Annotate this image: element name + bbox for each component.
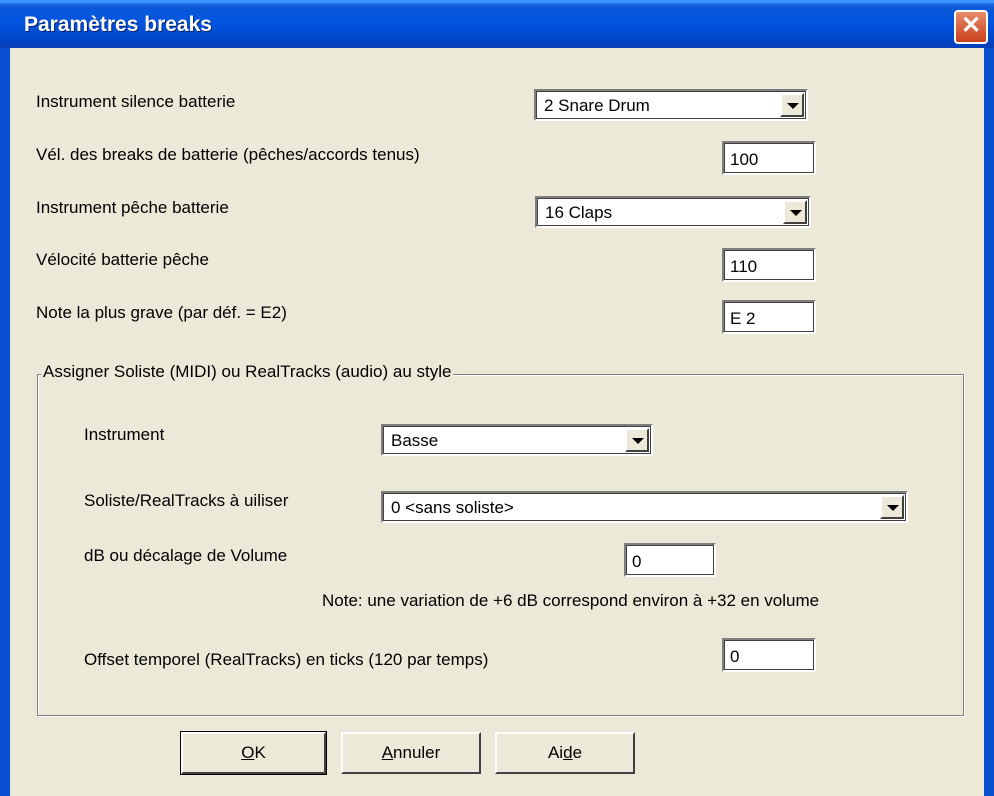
volume-note: Note: une variation de +6 dB correspond … [322, 591, 820, 610]
punch-instrument-value: 16 Claps [545, 203, 613, 222]
punch-velocity-value: 110 [730, 257, 758, 276]
silence-instrument-label: Instrument silence batterie [36, 92, 236, 111]
group-title: Assigner Soliste (MIDI) ou RealTracks (a… [41, 362, 454, 382]
cancel-label: nnuler [393, 743, 441, 762]
lowest-note-label: Note la plus grave (par déf. = E2) [36, 303, 287, 322]
offset-field[interactable]: 0 [722, 638, 816, 672]
help-label: e [572, 743, 583, 762]
group-instrument-label: Instrument [84, 425, 165, 444]
ok-label: K [254, 743, 266, 762]
offset-label: Offset temporel (RealTracks) en ticks (1… [84, 650, 489, 669]
silence-instrument-select[interactable]: 2 Snare Drum [534, 89, 808, 121]
punch-instrument-select[interactable]: 16 Claps [535, 196, 811, 228]
ok-mnemonic: O [241, 743, 255, 762]
chevron-down-icon[interactable] [625, 428, 649, 452]
soloist-label: Soliste/RealTracks à uiliser [84, 491, 289, 510]
lowest-note-value: E 2 [730, 309, 756, 328]
break-velocity-value: 100 [730, 150, 759, 169]
help-mnemonic: d [563, 743, 573, 762]
volume-value: 0 [632, 552, 642, 571]
help-label-pre: Ai [547, 743, 564, 762]
silence-instrument-value: 2 Snare Drum [544, 96, 650, 115]
close-button[interactable]: ✕ [954, 10, 988, 44]
ok-button[interactable]: OK [180, 731, 327, 775]
volume-label: dB ou décalage de Volume [84, 546, 288, 565]
cancel-button[interactable]: Annuler [341, 732, 481, 774]
break-velocity-label: Vél. des breaks de batterie (pêches/acco… [36, 145, 420, 164]
offset-value: 0 [730, 647, 740, 666]
help-button[interactable]: Aide [495, 732, 635, 774]
window-frame-left [0, 48, 10, 796]
lowest-note-field[interactable]: E 2 [722, 300, 816, 334]
chevron-down-icon[interactable] [780, 93, 804, 117]
punch-velocity-label: Vélocité batterie pêche [36, 250, 209, 269]
window-frame-right [984, 48, 994, 796]
break-velocity-field[interactable]: 100 [722, 141, 816, 175]
close-icon: ✕ [960, 12, 982, 39]
chevron-down-icon[interactable] [783, 200, 807, 224]
punch-velocity-field[interactable]: 110 [722, 248, 816, 282]
soloist-value: 0 <sans soliste> [391, 498, 514, 517]
volume-field[interactable]: 0 [624, 543, 716, 577]
chevron-down-icon[interactable] [880, 495, 904, 519]
title-bar[interactable]: Paramètres breaks ✕ [0, 0, 994, 48]
cancel-mnemonic: A [381, 743, 394, 762]
window-title: Paramètres breaks [24, 13, 212, 36]
group-instrument-select[interactable]: Basse [381, 424, 653, 456]
group-instrument-value: Basse [391, 431, 439, 450]
soloist-select[interactable]: 0 <sans soliste> [381, 491, 908, 523]
punch-instrument-label: Instrument pêche batterie [36, 198, 229, 217]
